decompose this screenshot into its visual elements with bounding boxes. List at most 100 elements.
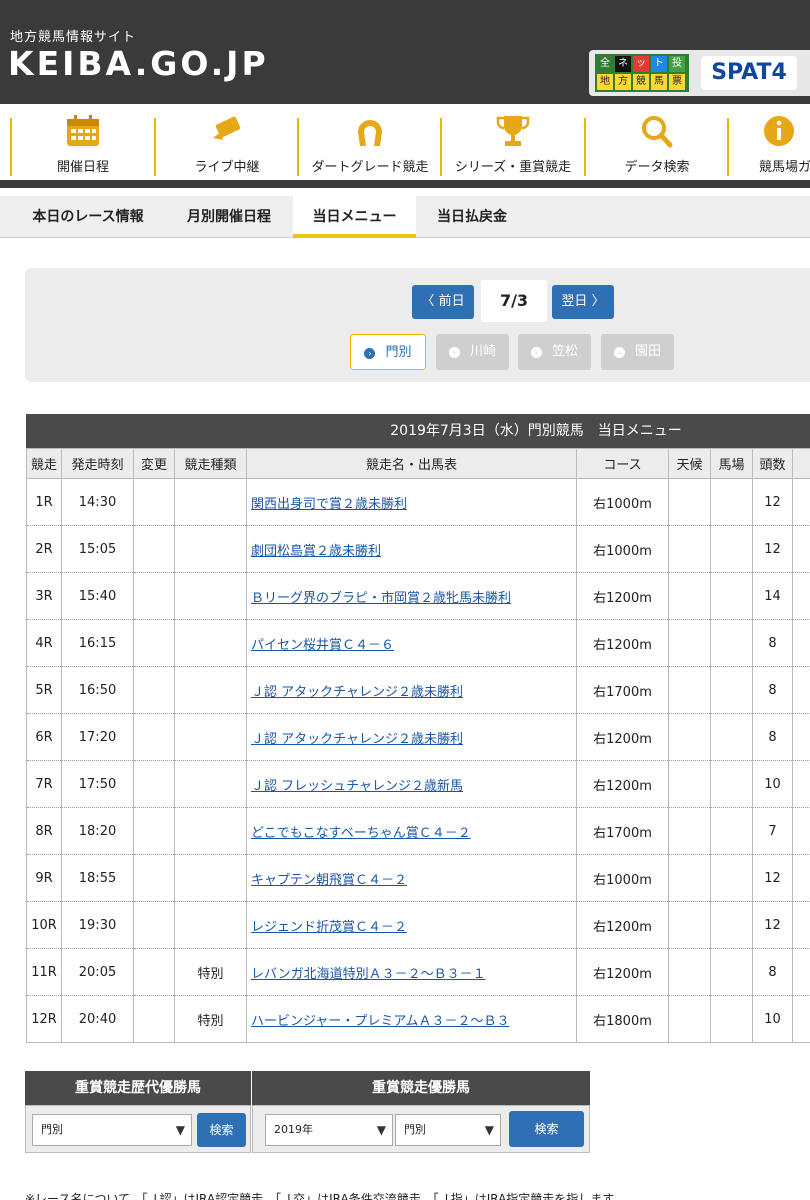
race-name-link[interactable]: どこでもこなすベーちゃん賞Ｃ４－２: [251, 826, 471, 841]
track-condition: [710, 948, 753, 996]
nav-label: ライブ中継: [194, 160, 260, 175]
race-type: [174, 713, 247, 761]
tab-today-menu[interactable]: 当日メニュー: [293, 196, 416, 238]
winners-venue-select[interactable]: 門別 ▼: [395, 1114, 501, 1146]
track-condition: [710, 995, 753, 1043]
winners-year-select[interactable]: 2019年 ▼: [265, 1114, 393, 1146]
race-name-link[interactable]: パイセン桜井賞Ｃ４－６: [251, 638, 394, 653]
venue-kasamatsu[interactable]: › 笠松: [518, 334, 591, 370]
course: 右1200m: [576, 901, 669, 949]
runner-count: 8: [752, 948, 793, 996]
net-vote-banner[interactable]: 全 ネ ッ ト 投 票 地 方 競 馬: [595, 54, 689, 92]
post-time: 18:55: [61, 854, 134, 902]
race-type: [174, 807, 247, 855]
nav-item-dirt-grade[interactable]: ダートグレード競走: [299, 114, 441, 178]
tab-monthly-schedule[interactable]: 月別開催日程: [172, 196, 286, 238]
race-number: 11R: [26, 948, 62, 996]
tab-today-payouts[interactable]: 当日払戻金: [424, 196, 520, 238]
header-course: コース: [576, 448, 669, 479]
race-number: 7R: [26, 760, 62, 808]
course: 右1700m: [576, 807, 669, 855]
race-name-link[interactable]: 関西出身司で賞２歳未勝利: [251, 497, 407, 512]
race-name: 関西出身司で賞２歳未勝利: [246, 478, 577, 526]
table-row: 6R 17:20 Ｊ認 アタックチャレンジ２歳未勝利 右1200m 8: [26, 713, 810, 761]
info-icon: [764, 116, 794, 146]
race-name-link[interactable]: ハービンジャー・プレミアムＡ３－２～Ｂ３: [251, 1014, 509, 1029]
race-name: 劇団松島賞２歳未勝利: [246, 525, 577, 573]
nav-item-data-search[interactable]: データ検索: [586, 114, 728, 178]
track-condition: [710, 666, 753, 714]
race-name: どこでもこなすベーちゃん賞Ｃ４－２: [246, 807, 577, 855]
post-time: 16:50: [61, 666, 134, 714]
course: 右1200m: [576, 760, 669, 808]
venue-label: 園田: [634, 344, 661, 359]
runner-count: 12: [752, 478, 793, 526]
history-venue-select[interactable]: 門別 ▼: [32, 1114, 192, 1146]
course: 右1800m: [576, 995, 669, 1043]
nav-item-series[interactable]: シリーズ・重賞競走: [442, 114, 584, 178]
post-time: 15:40: [61, 572, 134, 620]
track-condition: [710, 807, 753, 855]
runner-count: 7: [752, 807, 793, 855]
venue-sonoda[interactable]: › 園田: [601, 334, 674, 370]
extra-cell: [792, 995, 810, 1043]
post-time: 14:30: [61, 478, 134, 526]
race-type: [174, 478, 247, 526]
venue-kawasaki[interactable]: › 川崎: [436, 334, 509, 370]
table-row: 5R 16:50 Ｊ認 アタックチャレンジ２歳未勝利 右1700m 8: [26, 666, 810, 714]
race-number: 1R: [26, 478, 62, 526]
weather: [668, 854, 711, 902]
extra-cell: [792, 854, 810, 902]
race-name-link[interactable]: Ｂリーグ界のブラピ・市岡賞２歳牝馬未勝利: [251, 591, 511, 606]
netbox-char: 地: [597, 74, 613, 90]
race-name-link[interactable]: Ｊ認 アタックチャレンジ２歳未勝利: [251, 732, 463, 747]
nav-label: シリーズ・重賞競走: [454, 160, 572, 175]
prev-day-label: 前日: [438, 294, 465, 309]
change-cell: [133, 572, 175, 620]
post-time: 17:50: [61, 760, 134, 808]
next-day-button[interactable]: 翌日 〉: [552, 285, 614, 319]
header-runners: 頭数: [752, 448, 793, 479]
race-name-link[interactable]: Ｊ認 アタックチャレンジ２歳未勝利: [251, 685, 463, 700]
nav-item-racecourse-guide[interactable]: 競馬場ガ: [729, 114, 810, 178]
netbox-char: 全: [597, 56, 613, 72]
tab-today-races[interactable]: 本日のレース情報: [18, 196, 158, 238]
race-name-link[interactable]: キャプテン朝飛賞Ｃ４－２: [251, 873, 407, 888]
nav-item-live[interactable]: ライブ中継: [156, 114, 298, 178]
history-search-button[interactable]: 検索: [197, 1113, 246, 1147]
extra-cell: [792, 713, 810, 761]
race-menu-table: 2019年7月3日（水）門別競馬 当日メニュー 競走 発走時刻 変更 競走種類 …: [26, 414, 810, 1043]
race-number: 12R: [26, 995, 62, 1043]
race-name-link[interactable]: レジェンド折茂賞Ｃ４－２: [251, 920, 407, 935]
post-time: 15:05: [61, 525, 134, 573]
course: 右1000m: [576, 478, 669, 526]
nav-item-schedule[interactable]: 開催日程: [12, 114, 154, 178]
race-number: 3R: [26, 572, 62, 620]
post-time: 20:05: [61, 948, 134, 996]
race-table-title: 2019年7月3日（水）門別競馬 当日メニュー: [26, 414, 810, 448]
race-name: ハービンジャー・プレミアムＡ３－２～Ｂ３: [246, 995, 577, 1043]
venue-monbetsu[interactable]: › 門別: [350, 334, 426, 370]
header-race-type: 競走種類: [174, 448, 247, 479]
search-icon: [642, 116, 673, 148]
table-row: 11R 20:05 特別 レバンガ北海道特別Ａ３－２～Ｂ３－１ 右1200m 8: [26, 948, 810, 996]
table-row: 10R 19:30 レジェンド折茂賞Ｃ４－２ 右1200m 12: [26, 901, 810, 949]
venue-label: 門別: [385, 345, 412, 360]
prev-day-button[interactable]: 〈 前日: [412, 285, 474, 319]
netbox-char: 馬: [651, 74, 667, 90]
post-time: 20:40: [61, 995, 134, 1043]
site-logo[interactable]: KEIBA.GO.JP: [8, 44, 269, 83]
grade-race-search: 重賞競走歴代優勝馬 門別 ▼ 検索 重賞競走優勝馬 2019年 ▼ 門別 ▼ 検索: [25, 1071, 590, 1153]
spat4-banner[interactable]: SPAT4: [701, 56, 797, 90]
chevron-left-icon: 〈: [421, 294, 439, 309]
race-name-link[interactable]: レバンガ北海道特別Ａ３－２～Ｂ３－１: [251, 967, 486, 982]
change-cell: [133, 619, 175, 667]
race-name: Ｂリーグ界のブラピ・市岡賞２歳牝馬未勝利: [246, 572, 577, 620]
race-name-link[interactable]: 劇団松島賞２歳未勝利: [251, 544, 381, 559]
change-cell: [133, 666, 175, 714]
race-name-link[interactable]: Ｊ認 フレッシュチャレンジ２歳新馬: [251, 779, 463, 794]
header-race: 競走: [26, 448, 62, 479]
race-name: パイセン桜井賞Ｃ４－６: [246, 619, 577, 667]
change-cell: [133, 995, 175, 1043]
winners-search-button[interactable]: 検索: [509, 1111, 584, 1147]
